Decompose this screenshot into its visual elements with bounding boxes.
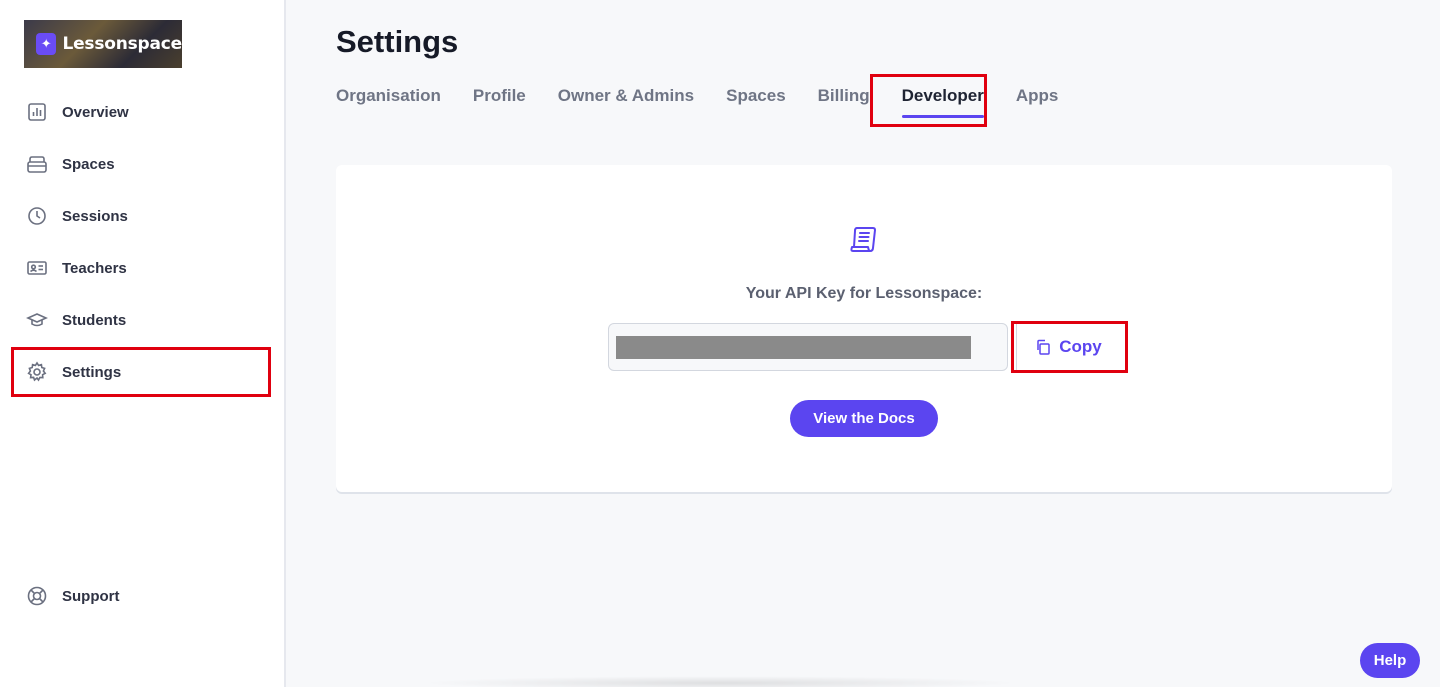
sidebar-item-spaces[interactable]: Spaces (24, 148, 264, 180)
sidebar-item-label: Sessions (62, 207, 128, 225)
tab-owner-admins[interactable]: Owner & Admins (558, 84, 694, 118)
brand-name: Lessonspace (62, 34, 182, 54)
sidebar-item-sessions[interactable]: Sessions (24, 200, 264, 232)
help-button[interactable]: Help (1360, 643, 1420, 678)
bottom-shadow (420, 676, 1020, 687)
lessonspace-star-icon: ✦ (36, 33, 57, 55)
api-key-field[interactable] (608, 323, 1008, 371)
api-key-redacted (616, 336, 971, 359)
tab-organisation[interactable]: Organisation (336, 84, 441, 118)
sidebar-item-label: Students (62, 311, 127, 329)
sidebar-item-label: Overview (62, 103, 129, 121)
tab-profile[interactable]: Profile (473, 84, 526, 118)
settings-highlight-box (11, 347, 271, 397)
api-key-card: Your API Key for Lessonspace: Copy View … (336, 165, 1392, 492)
sidebar-item-support[interactable]: Support (24, 580, 264, 612)
sidebar-item-teachers[interactable]: Teachers (24, 252, 264, 284)
clock-icon (24, 203, 50, 229)
view-docs-button[interactable]: View the Docs (790, 400, 938, 437)
tab-billing[interactable]: Billing (818, 84, 870, 118)
page-title: Settings (336, 24, 459, 59)
sidebar-item-label: Teachers (62, 259, 127, 277)
developer-highlight-box (870, 74, 987, 127)
sidebar-item-students[interactable]: Students (24, 304, 264, 336)
tab-spaces[interactable]: Spaces (726, 84, 786, 118)
sidebar-item-label: Support (62, 587, 120, 605)
lessonspace-logo[interactable]: ✦ Lessonspace (24, 20, 182, 68)
lifebuoy-icon (24, 583, 50, 609)
tab-apps[interactable]: Apps (1016, 84, 1059, 118)
id-card-icon (24, 255, 50, 281)
sidebar-item-label: Spaces (62, 155, 115, 173)
layers-icon (24, 151, 50, 177)
api-key-label: Your API Key for Lessonspace: (745, 285, 983, 302)
sidebar-item-overview[interactable]: Overview (24, 96, 264, 128)
copy-highlight-box (1011, 321, 1128, 373)
sidebar: ✦ Lessonspace Overview Spaces Sessions T… (0, 0, 286, 687)
graduation-cap-icon (24, 307, 50, 333)
document-scroll-icon (847, 223, 879, 255)
chart-icon (24, 99, 50, 125)
